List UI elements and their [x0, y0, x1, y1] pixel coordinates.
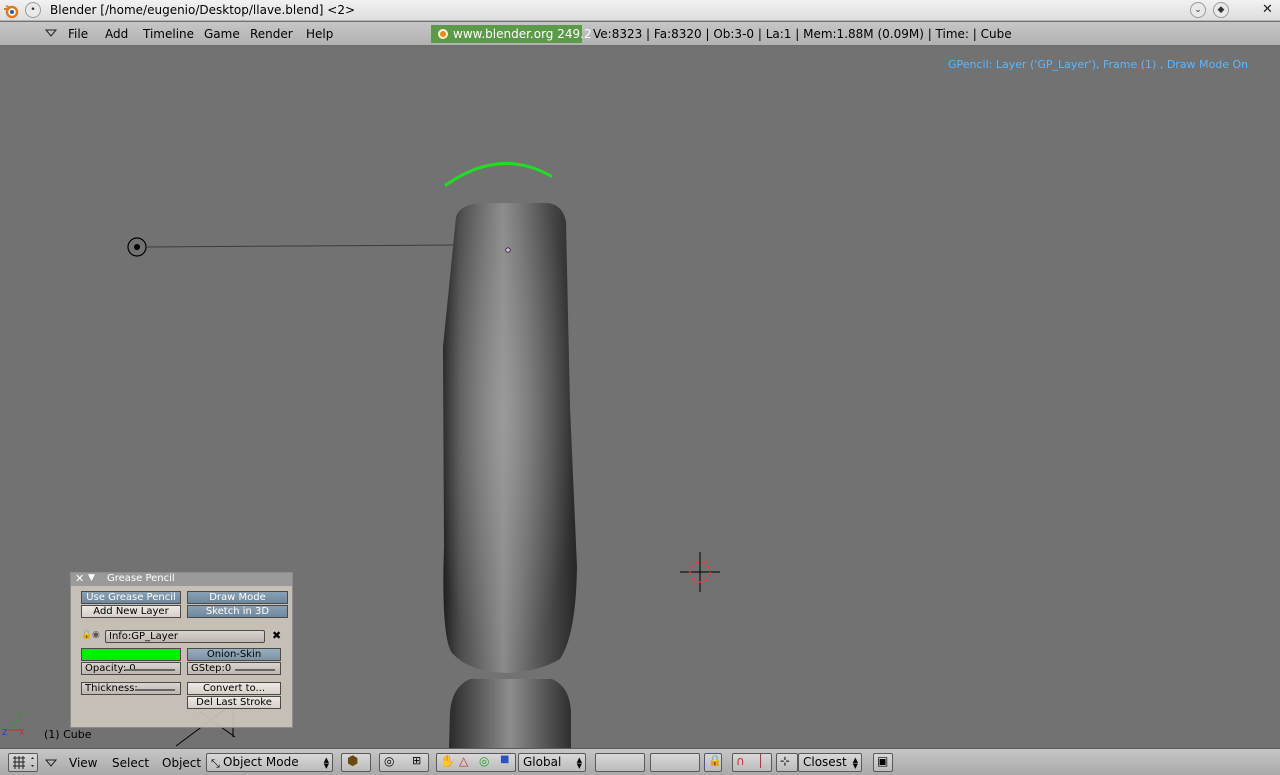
hand-icon[interactable]: ✋	[440, 754, 455, 768]
grease-pencil-status: GPencil: Layer ('GP_Layer'), Frame (1) ,…	[948, 58, 1249, 71]
3d-viewport[interactable]: Y Z X GPencil: Layer ('GP_Layer'), Frame…	[0, 47, 1280, 748]
panel-header[interactable]: ✕ ▼ Grease Pencil	[71, 572, 292, 586]
orientation-selector[interactable]: Global ▲ ▼	[518, 753, 586, 772]
snap-target-label: Closest	[803, 755, 847, 769]
magnet-icon: ∩	[736, 754, 745, 768]
axis-gizmo-icon: Y Z X	[2, 711, 25, 737]
menu-timeline[interactable]: Timeline	[143, 27, 194, 41]
menu-render[interactable]: Render	[250, 27, 293, 41]
orientation-label: Global	[523, 755, 562, 769]
svg-text:Y: Y	[16, 711, 22, 720]
3d-cursor-icon	[680, 552, 720, 592]
falloff-icon: │	[757, 754, 765, 768]
lock-layers-button[interactable]: 🔒	[704, 753, 722, 772]
manipulator-buttons[interactable]: ✋ △ ◎ ■	[436, 753, 516, 772]
pivot-selector[interactable]: ◎ ⊞	[379, 753, 429, 772]
opacity-track	[125, 669, 175, 671]
gstep-label: GStep:0	[191, 663, 232, 674]
shading-icon: ⬢	[347, 754, 359, 769]
manipulator-icon: ⊞	[412, 754, 422, 767]
mode-selector[interactable]: ⤡ Object Mode ▲ ▼	[206, 753, 333, 772]
window-menu-button[interactable]: •	[25, 2, 41, 18]
thickness-label: Thickness:	[85, 683, 138, 694]
svg-text:X: X	[19, 728, 25, 737]
layer-name-field[interactable]: Info:GP_Layer	[105, 630, 265, 643]
blender-url: www.blender.org 249.2	[453, 27, 592, 41]
gstep-slider[interactable]: GStep:0	[187, 662, 281, 675]
thickness-slider[interactable]: Thickness:	[81, 682, 181, 695]
viewport-header: View Select Object ⤡ Object Mode ▲ ▼ ⬢ ◎ …	[0, 748, 1280, 775]
use-grease-pencil-toggle[interactable]: Use Grease Pencil	[81, 591, 181, 604]
blender-window: • Blender [/home/eugenio/Desktop/llave.b…	[0, 0, 1280, 775]
grease-pencil-panel: ✕ ▼ Grease Pencil Use Grease Pencil Draw…	[70, 572, 293, 728]
minimize-button[interactable]: ⌄	[1190, 2, 1206, 18]
lamp-icon	[127, 237, 147, 257]
convert-to-button[interactable]: Convert to...	[187, 682, 281, 695]
active-object-label: (1) Cube	[44, 728, 92, 741]
blender-info-badge: www.blender.org 249.2	[431, 25, 592, 43]
header-collapse-icon[interactable]	[45, 29, 57, 37]
lock-icon[interactable]: 🔒	[81, 630, 92, 640]
blender-logo-icon	[4, 5, 19, 19]
object-mode-icon: ⤡	[211, 757, 220, 770]
window-title: Blender [/home/eugenio/Desktop/llave.ble…	[50, 3, 356, 17]
svg-text:Z: Z	[2, 728, 8, 737]
editor-type-selector[interactable]	[8, 753, 38, 772]
thickness-track	[135, 689, 175, 691]
menu-view[interactable]: View	[69, 756, 97, 775]
blender-logo-icon	[438, 29, 448, 39]
snap-icon: ⊹	[780, 754, 791, 768]
sketch-in-3d-toggle[interactable]: Sketch in 3D	[187, 605, 288, 618]
snap-target-selector[interactable]: Closest ▲ ▼	[798, 753, 862, 772]
key-mesh	[443, 203, 577, 748]
menu-add[interactable]: Add	[105, 27, 128, 41]
snap-toggle[interactable]: ⊹	[776, 753, 798, 772]
scale-icon[interactable]: ■	[500, 754, 509, 765]
del-last-stroke-button[interactable]: Del Last Stroke	[187, 696, 281, 709]
grease-pencil-stroke	[444, 161, 553, 187]
menu-game[interactable]: Game	[204, 27, 240, 41]
draw-mode-toggle[interactable]: Draw Mode	[187, 591, 288, 604]
eye-icon[interactable]: ◉	[92, 630, 100, 640]
window-titlebar: • Blender [/home/eugenio/Desktop/llave.b…	[0, 0, 1280, 21]
delete-layer-icon[interactable]: ✖	[272, 629, 281, 642]
panel-title: Grease Pencil	[107, 573, 175, 584]
object-origin-dot	[505, 247, 511, 253]
grid-editor-icon	[13, 756, 34, 769]
layer-color-swatch[interactable]	[81, 648, 181, 661]
mode-label: Object Mode	[223, 755, 299, 769]
close-panel-icon[interactable]: ✕	[75, 572, 84, 585]
draw-type-selector[interactable]: ⬢	[341, 753, 371, 772]
menu-select[interactable]: Select	[112, 756, 149, 775]
layer-buttons-right[interactable]	[650, 753, 700, 772]
maximize-button[interactable]: ◆	[1213, 2, 1229, 18]
translate-icon[interactable]: △	[459, 754, 468, 768]
main-menubar: File Add Timeline Game Render Help www.b…	[0, 22, 1280, 46]
render-preview-button[interactable]: ▣	[873, 753, 893, 772]
proportional-edit-buttons[interactable]: ∩ │	[732, 753, 772, 772]
lock-icon: 🔒	[708, 754, 722, 767]
onion-skin-toggle[interactable]: Onion-Skin	[187, 648, 281, 661]
opacity-slider[interactable]: Opacity: 0	[81, 662, 181, 675]
collapse-arrow-icon[interactable]: ▼	[88, 573, 95, 583]
menu-collapse-icon[interactable]	[45, 759, 57, 767]
render-icon: ▣	[877, 754, 889, 768]
add-new-layer-button[interactable]: Add New Layer	[81, 605, 181, 618]
scene-stats: Ve:8323 | Fa:8320 | Ob:3-0 | La:1 | Mem:…	[593, 27, 1012, 41]
menu-help[interactable]: Help	[306, 27, 333, 41]
gstep-track	[235, 669, 275, 671]
menu-object[interactable]: Object	[162, 756, 201, 775]
menu-file[interactable]: File	[68, 27, 88, 41]
close-window-button[interactable]: ✕	[1262, 2, 1273, 17]
pivot-icon: ◎	[384, 754, 395, 768]
lamp-direction-line	[146, 244, 456, 248]
layer-buttons-left[interactable]	[595, 753, 645, 772]
rotate-icon[interactable]: ◎	[479, 754, 489, 768]
